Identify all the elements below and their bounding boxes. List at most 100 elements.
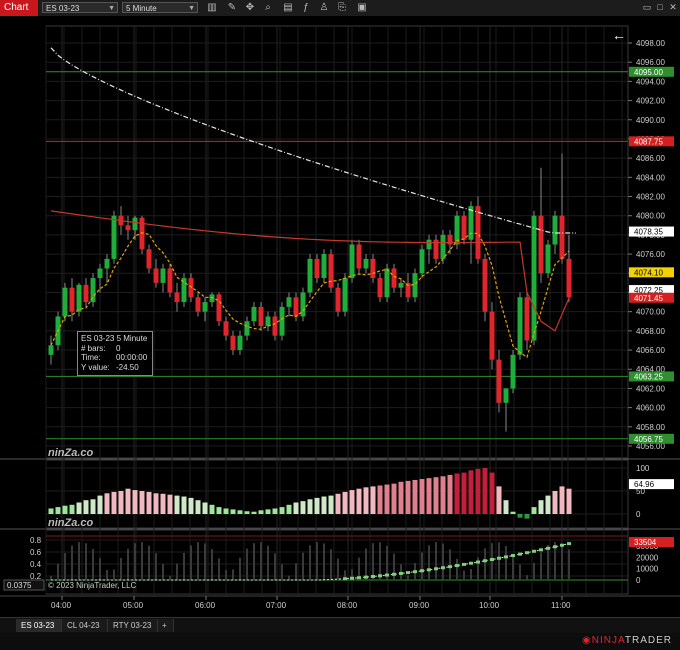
instrument-selector[interactable]: ES 03-23 ▼ xyxy=(42,2,118,13)
candle-body xyxy=(69,287,75,312)
templates-icon[interactable]: ⎘ xyxy=(336,2,348,14)
volume-bar xyxy=(316,542,318,580)
zoom-icon[interactable]: ⌕ xyxy=(262,2,274,14)
chart-canvas[interactable]: 4098.004096.004094.004092.004090.004088.… xyxy=(0,16,680,616)
time-tick-label: 11:00 xyxy=(551,601,571,610)
data-box-title: ES 03-23 5 Minute xyxy=(81,334,148,343)
interval-value: 5 Minute xyxy=(126,4,157,13)
volume-bar xyxy=(85,543,87,580)
oscillator-bar xyxy=(433,477,439,514)
vol-tick-label: 0 xyxy=(636,576,641,585)
oscillator-bar xyxy=(503,500,509,514)
price-tick-label: 4070.00 xyxy=(636,308,665,317)
candle-body xyxy=(524,297,530,341)
volume-bar xyxy=(512,553,514,580)
data-box-value: -24.50 xyxy=(116,362,139,372)
delta-point xyxy=(427,568,431,572)
delta-point xyxy=(504,555,508,559)
tab-cl[interactable]: CL 04-23 xyxy=(62,619,108,632)
oscillator-bar xyxy=(76,502,82,514)
candle-body xyxy=(384,268,390,298)
candle-body xyxy=(335,287,341,312)
oscillator-bar xyxy=(426,478,432,514)
minimize-icon[interactable]: ▭ xyxy=(642,2,652,13)
oscillator-bar xyxy=(181,496,187,514)
volume-bar xyxy=(498,542,500,580)
crosshair-icon[interactable]: ✥ xyxy=(244,2,256,14)
volume-bar xyxy=(260,542,262,580)
oscillator-bar xyxy=(524,514,530,519)
volume-bar xyxy=(246,548,248,580)
volume-bar xyxy=(561,543,563,580)
data-box-row: # bars: 0 xyxy=(81,344,149,354)
chart-panel[interactable]: 4098.004096.004094.004092.004090.004088.… xyxy=(0,16,680,616)
volume-bar xyxy=(155,553,157,580)
add-tab-button[interactable]: + xyxy=(158,619,174,632)
tab-es[interactable]: ES 03-23 xyxy=(16,619,62,632)
price-marker-label: 4078.35 xyxy=(634,228,663,237)
price-marker-label: 4095.00 xyxy=(634,68,663,77)
indicators-icon[interactable]: ƒ xyxy=(300,2,312,14)
volume-bar xyxy=(309,545,311,580)
oscillator-bar xyxy=(489,472,495,514)
volume-bar xyxy=(330,549,332,580)
oscillator-bar xyxy=(377,485,383,514)
delta-point xyxy=(518,552,522,556)
interval-selector[interactable]: 5 Minute ▼ xyxy=(122,2,198,13)
price-tick-label: 4094.00 xyxy=(636,77,665,86)
volume-bar xyxy=(190,545,192,580)
left-tick-label: 0.4 xyxy=(30,560,42,569)
candle-body xyxy=(510,354,516,389)
volume-bar xyxy=(323,543,325,580)
oscillator-bar xyxy=(160,493,166,514)
candle-body xyxy=(538,215,544,274)
data-box-value: 0 xyxy=(116,343,121,353)
close-icon[interactable]: ✕ xyxy=(668,2,678,13)
delta-point xyxy=(567,542,571,546)
oscillator-bar xyxy=(202,502,208,514)
candle-body xyxy=(48,345,54,355)
candle-body xyxy=(251,306,257,322)
delta-point xyxy=(532,549,536,553)
time-tick-label: 08:00 xyxy=(337,601,358,610)
logo-suffix: TRADER xyxy=(624,635,672,646)
price-tick-label: 4082.00 xyxy=(636,193,665,202)
price-tick-label: 4076.00 xyxy=(636,250,665,259)
volume-bar xyxy=(225,570,227,580)
delta-point xyxy=(511,554,515,558)
delta-point xyxy=(546,546,550,550)
drawing-tools-icon[interactable]: ✎ xyxy=(226,2,238,14)
candle-body xyxy=(104,258,110,269)
tab-rty[interactable]: RTY 03-23 xyxy=(108,619,158,632)
data-box-key: # bars: xyxy=(81,343,106,353)
candle-body xyxy=(307,258,313,293)
oscillator-bar xyxy=(307,499,313,514)
oscillator-bar xyxy=(559,486,565,514)
oscillator-bar xyxy=(118,491,124,514)
delta-point xyxy=(441,566,445,570)
workspace-icon[interactable]: ▣ xyxy=(356,2,368,14)
price-tick-label: 4084.00 xyxy=(636,173,665,182)
oscillator-bar xyxy=(223,508,229,514)
price-tick-label: 4060.00 xyxy=(636,404,665,413)
volume-bar xyxy=(274,553,276,580)
maximize-icon[interactable]: □ xyxy=(655,2,665,13)
strategies-icon[interactable]: ♙ xyxy=(318,2,330,14)
candle-body xyxy=(160,268,166,283)
bar-style-icon[interactable]: ▥ xyxy=(206,2,218,14)
oscillator-bar xyxy=(342,491,348,514)
oscillator-bar xyxy=(566,488,572,514)
candle-body xyxy=(398,282,404,288)
candle-body xyxy=(517,297,523,355)
oscillator-bar xyxy=(552,491,558,514)
oscillator-bar xyxy=(461,472,467,514)
instrument-value: ES 03-23 xyxy=(46,4,80,13)
oscillator-bar xyxy=(349,490,355,514)
oscillator-bar xyxy=(286,504,292,514)
volume-bar xyxy=(484,548,486,580)
oscillator-bar xyxy=(538,500,544,514)
status-bar: ◉NINJATRADER xyxy=(0,633,680,650)
properties-icon[interactable]: ▤ xyxy=(282,2,294,14)
candle-body xyxy=(328,254,334,288)
candle-body xyxy=(552,215,558,245)
